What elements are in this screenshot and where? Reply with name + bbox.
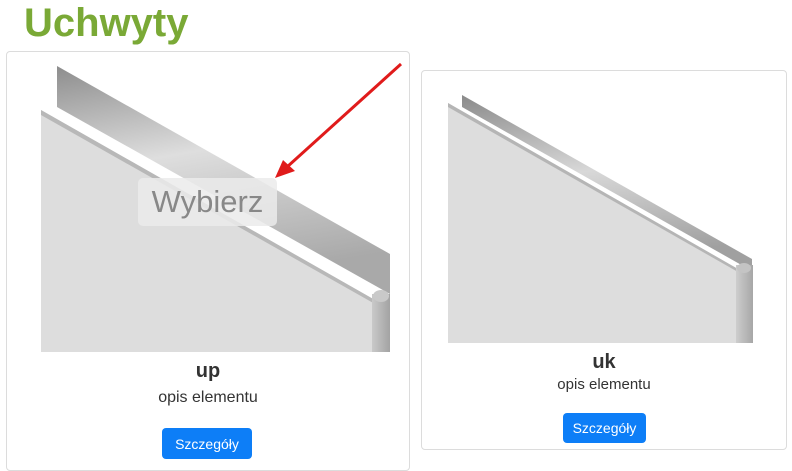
page-title: Uchwyty <box>24 1 189 45</box>
details-button-up[interactable]: Szczegóły <box>162 428 252 459</box>
select-overlay-label[interactable]: Wybierz <box>138 178 277 226</box>
details-button-uk[interactable]: Szczegóły <box>563 413 646 443</box>
card-name: up <box>195 360 221 382</box>
card-description: opis elementu <box>158 389 258 406</box>
card-description: opis elementu <box>557 376 651 393</box>
product-image-uk[interactable] <box>422 71 788 351</box>
product-card-uk[interactable]: uk opis elementu Szczegóły <box>421 70 787 450</box>
card-name: uk <box>592 351 616 373</box>
product-card-up[interactable]: Wybierz up opis elementu Szczegóły <box>6 51 410 471</box>
